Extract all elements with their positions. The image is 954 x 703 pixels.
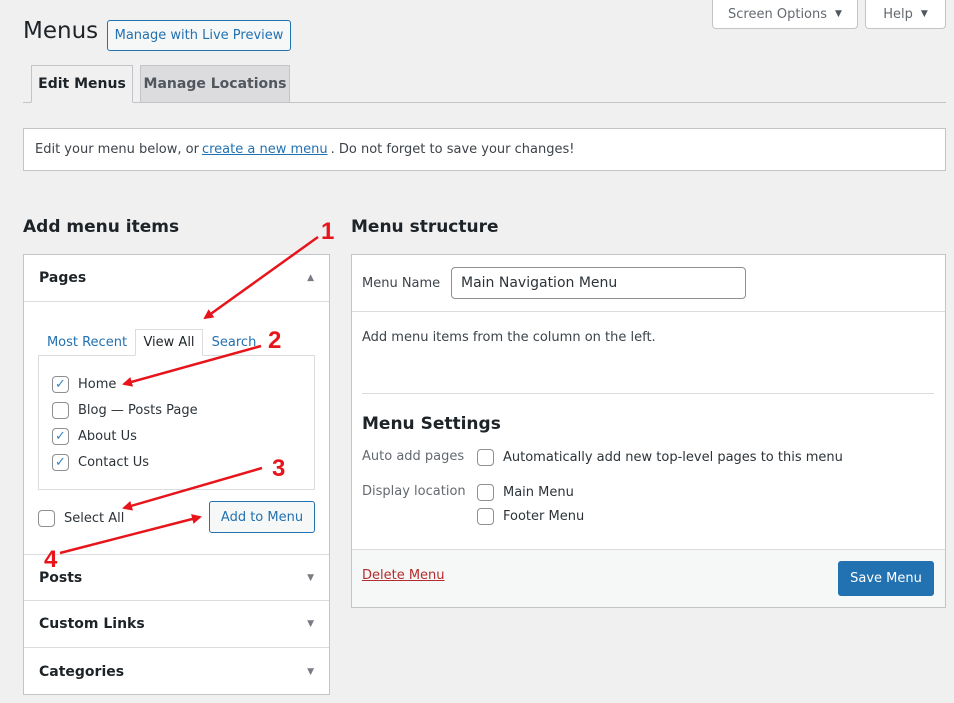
header-divider <box>352 311 945 312</box>
footer-menu-checkbox[interactable] <box>477 508 494 525</box>
add-to-menu-button[interactable]: Add to Menu <box>209 501 315 533</box>
help-button[interactable]: Help ▼ <box>865 0 946 29</box>
page-item-blog[interactable]: Blog — Posts Page <box>52 402 198 419</box>
tab-view-all[interactable]: View All <box>135 329 203 356</box>
page-item-home[interactable]: ✓ Home <box>52 376 116 393</box>
menu-settings-heading: Menu Settings <box>362 414 501 434</box>
page-label: Blog — Posts Page <box>78 403 198 418</box>
page-item-about-us[interactable]: ✓ About Us <box>52 428 137 445</box>
tab-manage-locations[interactable]: Manage Locations <box>140 65 290 103</box>
menu-hint: Add menu items from the column on the le… <box>362 330 656 345</box>
tab-search[interactable]: Search <box>207 329 261 356</box>
notice-text-after: . Do not forget to save your changes! <box>330 142 575 157</box>
checkbox-checked[interactable]: ✓ <box>52 376 69 393</box>
screen-options-label: Screen Options <box>728 6 828 22</box>
page-label: About Us <box>78 429 137 444</box>
add-menu-items-heading: Add menu items <box>23 217 180 237</box>
page-item-contact-us[interactable]: ✓ Contact Us <box>52 454 149 471</box>
notice-box: Edit your menu below, or create a new me… <box>23 128 946 171</box>
menu-name-input[interactable]: Main Navigation Menu <box>451 267 746 299</box>
custom-links-section-title: Custom Links <box>39 616 145 632</box>
create-new-menu-link[interactable]: create a new menu <box>202 142 328 157</box>
annotation-number: 3 <box>272 455 286 482</box>
custom-links-section-header[interactable]: Custom Links ▼ <box>24 601 329 648</box>
location-main-menu[interactable]: Main Menu <box>477 484 574 501</box>
settings-divider <box>362 393 934 394</box>
annotation-number: 4 <box>44 546 58 573</box>
categories-section-header[interactable]: Categories ▼ <box>24 648 329 695</box>
menu-structure-heading: Menu structure <box>351 217 499 237</box>
save-menu-button[interactable]: Save Menu <box>838 561 934 596</box>
caret-down-icon: ▼ <box>307 572 314 583</box>
annotation-number: 2 <box>268 327 282 354</box>
page-label: Contact Us <box>78 455 149 470</box>
tab-most-recent[interactable]: Most Recent <box>42 329 132 356</box>
display-location-label: Display location <box>362 484 466 499</box>
pages-section-title: Pages <box>39 270 87 286</box>
location-label: Footer Menu <box>503 509 585 524</box>
auto-add-option[interactable]: Automatically add new top-level pages to… <box>477 449 843 466</box>
select-all-label: Select All <box>64 511 125 526</box>
checkbox-unchecked[interactable] <box>52 402 69 419</box>
caret-down-icon: ▼ <box>307 619 314 629</box>
checkbox-checked[interactable]: ✓ <box>52 454 69 471</box>
location-label: Main Menu <box>503 485 574 500</box>
manage-live-preview-button[interactable]: Manage with Live Preview <box>107 20 291 51</box>
posts-section-header[interactable]: Posts ▼ <box>24 554 329 601</box>
pages-section-header[interactable]: Pages ▲ <box>24 255 329 302</box>
auto-add-label: Auto add pages <box>362 449 465 464</box>
tab-edit-menus[interactable]: Edit Menus <box>31 65 133 103</box>
checkbox-checked[interactable]: ✓ <box>52 428 69 445</box>
caret-up-icon: ▲ <box>307 273 314 283</box>
auto-add-checkbox[interactable] <box>477 449 494 466</box>
page-title: Menus <box>23 18 99 44</box>
select-all-checkbox[interactable] <box>38 510 55 527</box>
notice-text-before: Edit your menu below, or <box>35 142 199 157</box>
caret-down-icon: ▼ <box>835 9 842 19</box>
categories-section-title: Categories <box>39 663 125 680</box>
main-menu-checkbox[interactable] <box>477 484 494 501</box>
caret-down-icon: ▼ <box>920 9 928 19</box>
caret-down-icon: ▼ <box>307 666 314 677</box>
page-label: Home <box>78 377 117 392</box>
help-label: Help <box>883 6 913 22</box>
menu-name-label: Menu Name <box>362 276 441 291</box>
delete-menu-link[interactable]: Delete Menu <box>362 568 445 583</box>
location-footer-menu[interactable]: Footer Menu <box>477 508 584 525</box>
select-all[interactable]: Select All <box>38 510 124 527</box>
annotation-number: 1 <box>321 218 335 245</box>
auto-add-text: Automatically add new top-level pages to… <box>503 450 843 465</box>
screen-options-button[interactable]: Screen Options ▼ <box>712 0 858 29</box>
